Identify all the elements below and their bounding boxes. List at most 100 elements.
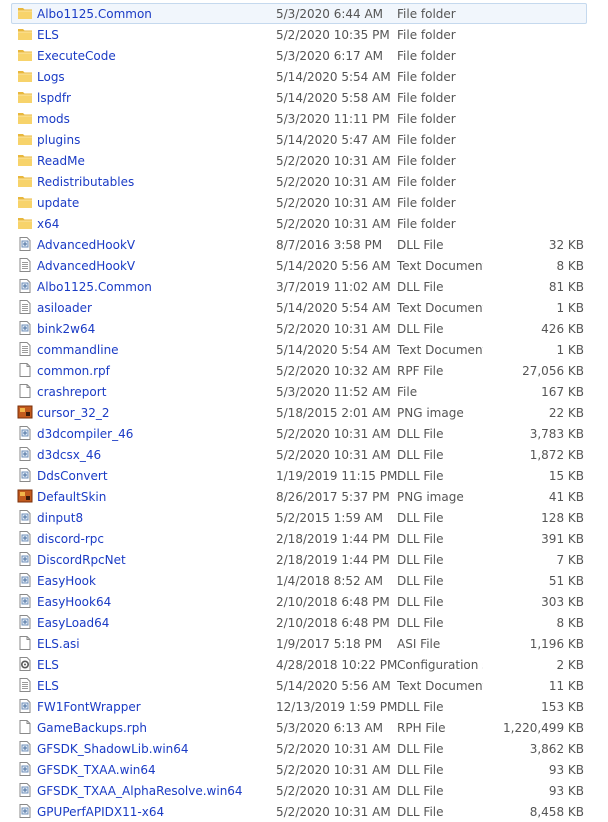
file-row[interactable]: EasyHook64 2/10/2018 6:48 PM DLL File 303 K… (0, 591, 608, 612)
file-name[interactable]: ExecuteCode (37, 49, 116, 63)
file-name[interactable]: DefaultSkin (37, 490, 106, 504)
file-row[interactable]: GFSDK_ShadowLib.win64 5/2/2020 10:31 AM DL… (0, 738, 608, 759)
file-name[interactable]: update (37, 196, 79, 210)
file-row[interactable]: x64 5/2/2020 10:31 AM File folder (0, 213, 608, 234)
file-name[interactable]: GameBackups.rph (37, 721, 147, 735)
file-name[interactable]: DiscordRpcNet (37, 553, 126, 567)
file-name[interactable]: d3dcsx_46 (37, 448, 101, 462)
image-file-icon (17, 405, 33, 419)
file-row[interactable]: d3dcompiler_46 5/2/2020 10:31 AM DLL File 3… (0, 423, 608, 444)
file-row[interactable]: GameBackups.rph 5/3/2020 6:13 AM RPH File 1… (0, 717, 608, 738)
file-name[interactable]: Albo1125.Common (37, 7, 152, 21)
file-row[interactable]: GFSDK_TXAA_AlphaResolve.win64 5/2/2020 10… (0, 780, 608, 801)
file-row[interactable]: asiloader 5/14/2020 5:54 AM Text Document 1… (0, 297, 608, 318)
file-size: 8 KB (556, 616, 584, 630)
file-date-modified: 3/7/2019 11:02 AM (276, 280, 391, 294)
file-name[interactable]: crashreport (37, 385, 106, 399)
file-row[interactable]: Albo1125.Common 5/3/2020 6:44 AM File fold… (0, 3, 608, 24)
file-row[interactable]: GPUPerfAPIDX11-x64 5/2/2020 10:31 AM DLL F… (0, 801, 608, 822)
file-row[interactable]: EasyHook 1/4/2018 8:52 AM DLL File 51 KB (0, 570, 608, 591)
file-row[interactable]: update 5/2/2020 10:31 AM File folder (0, 192, 608, 213)
file-type: DLL File (397, 238, 444, 252)
file-name[interactable]: Logs (37, 70, 65, 84)
file-type: Text Document (397, 343, 483, 357)
file-name[interactable]: GPUPerfAPIDX11-x64 (37, 805, 164, 819)
file-name[interactable]: EasyHook (37, 574, 96, 588)
file-date-modified: 5/3/2020 6:13 AM (276, 721, 384, 735)
file-name[interactable]: ELS (37, 658, 59, 672)
file-row[interactable]: ELS 5/14/2020 5:56 AM Text Document 11 KB (0, 675, 608, 696)
file-name[interactable]: GFSDK_TXAA_AlphaResolve.win64 (37, 784, 243, 798)
dll-file-icon (17, 594, 33, 608)
file-name[interactable]: plugins (37, 133, 80, 147)
file-row[interactable]: DdsConvert 1/19/2019 11:15 PM DLL File 15 K… (0, 465, 608, 486)
file-row[interactable]: ELS 4/28/2018 10:22 PMConfiguration sett.… (0, 654, 608, 675)
file-row[interactable]: lspdfr 5/14/2020 5:58 AM File folder (0, 87, 608, 108)
file-row[interactable]: DefaultSkin 8/26/2017 5:37 PM PNG image 41 … (0, 486, 608, 507)
file-name[interactable]: discord-rpc (37, 532, 104, 546)
file-name[interactable]: Albo1125.Common (37, 280, 152, 294)
file-row[interactable]: mods 5/3/2020 11:11 PM File folder (0, 108, 608, 129)
folder-icon (17, 27, 33, 41)
file-name[interactable]: commandline (37, 343, 119, 357)
file-size: 51 KB (548, 574, 584, 588)
file-name[interactable]: common.rpf (37, 364, 110, 378)
file-row[interactable]: bink2w64 5/2/2020 10:31 AM DLL File 426 KB (0, 318, 608, 339)
file-row[interactable]: ReadMe 5/2/2020 10:31 AM File folder (0, 150, 608, 171)
file-row[interactable]: cursor_32_2 5/18/2015 2:01 AM PNG image 22 … (0, 402, 608, 423)
file-type: File (397, 385, 418, 399)
file-row[interactable]: ELS.asi 1/9/2017 5:18 PM ASI File 1,196 KB (0, 633, 608, 654)
file-name[interactable]: asiloader (37, 301, 92, 315)
file-name[interactable]: AdvancedHookV (37, 259, 135, 273)
file-name[interactable]: EasyHook64 (37, 595, 111, 609)
file-row[interactable]: plugins 5/14/2020 5:47 AM File folder (0, 129, 608, 150)
file-row[interactable]: Redistributables 5/2/2020 10:31 AM File fo… (0, 171, 608, 192)
file-row[interactable]: AdvancedHookV 8/7/2016 3:58 PM DLL File 32 … (0, 234, 608, 255)
file-size: 3,862 KB (529, 742, 584, 756)
file-name[interactable]: mods (37, 112, 70, 126)
file-row[interactable]: EasyLoad64 2/10/2018 6:48 PM DLL File 8 KB (0, 612, 608, 633)
file-name[interactable]: GFSDK_ShadowLib.win64 (37, 742, 189, 756)
file-name[interactable]: cursor_32_2 (37, 406, 110, 420)
file-row[interactable]: d3dcsx_46 5/2/2020 10:31 AM DLL File 1,872 … (0, 444, 608, 465)
file-row[interactable]: DiscordRpcNet 2/18/2019 1:44 PM DLL File 7 … (0, 549, 608, 570)
file-name[interactable]: Redistributables (37, 175, 134, 189)
file-name[interactable]: GFSDK_TXAA.win64 (37, 763, 156, 777)
file-name[interactable]: DdsConvert (37, 469, 108, 483)
file-name[interactable]: lspdfr (37, 91, 71, 105)
file-row[interactable]: ELS 5/2/2020 10:35 PM File folder (0, 24, 608, 45)
file-date-modified: 5/3/2020 11:11 PM (276, 112, 390, 126)
file-row[interactable]: Albo1125.Common 3/7/2019 11:02 AM DLL File… (0, 276, 608, 297)
file-row[interactable]: Logs 5/14/2020 5:54 AM File folder (0, 66, 608, 87)
file-size: 153 KB (541, 700, 584, 714)
file-name[interactable]: EasyLoad64 (37, 616, 109, 630)
file-type: File folder (397, 7, 456, 21)
file-row[interactable]: GFSDK_TXAA.win64 5/2/2020 10:31 AM DLL Fil… (0, 759, 608, 780)
file-name[interactable]: FW1FontWrapper (37, 700, 141, 714)
file-row[interactable]: common.rpf 5/2/2020 10:32 AM RPF File 27,05… (0, 360, 608, 381)
file-date-modified: 5/2/2020 10:31 AM (276, 154, 391, 168)
file-date-modified: 1/19/2019 11:15 PM (276, 469, 398, 483)
file-row[interactable]: AdvancedHookV 5/14/2020 5:56 AM Text Docum… (0, 255, 608, 276)
file-name[interactable]: bink2w64 (37, 322, 95, 336)
file-type: File folder (397, 154, 456, 168)
file-date-modified: 5/14/2020 5:58 AM (276, 91, 391, 105)
file-name[interactable]: ReadMe (37, 154, 85, 168)
file-name[interactable]: x64 (37, 217, 59, 231)
file-row[interactable]: commandline 5/14/2020 5:54 AM Text Documen… (0, 339, 608, 360)
file-name[interactable]: ELS (37, 679, 59, 693)
file-row[interactable]: crashreport 5/3/2020 11:52 AM File 167 KB (0, 381, 608, 402)
file-row[interactable]: ExecuteCode 5/3/2020 6:17 AM File folder (0, 45, 608, 66)
file-name[interactable]: d3dcompiler_46 (37, 427, 133, 441)
file-name[interactable]: ELS (37, 28, 59, 42)
file-date-modified: 5/2/2020 10:31 AM (276, 217, 391, 231)
file-type: RPF File (397, 364, 444, 378)
file-name[interactable]: AdvancedHookV (37, 238, 135, 252)
file-name[interactable]: dinput8 (37, 511, 83, 525)
file-date-modified: 5/14/2020 5:56 AM (276, 259, 391, 273)
file-name[interactable]: ELS.asi (37, 637, 80, 651)
file-row[interactable]: dinput8 5/2/2015 1:59 AM DLL File 128 KB (0, 507, 608, 528)
file-row[interactable]: FW1FontWrapper 12/13/2019 1:59 PM DLL File… (0, 696, 608, 717)
file-row[interactable]: discord-rpc 2/18/2019 1:44 PM DLL File 391 … (0, 528, 608, 549)
file-size: 1 KB (556, 343, 584, 357)
